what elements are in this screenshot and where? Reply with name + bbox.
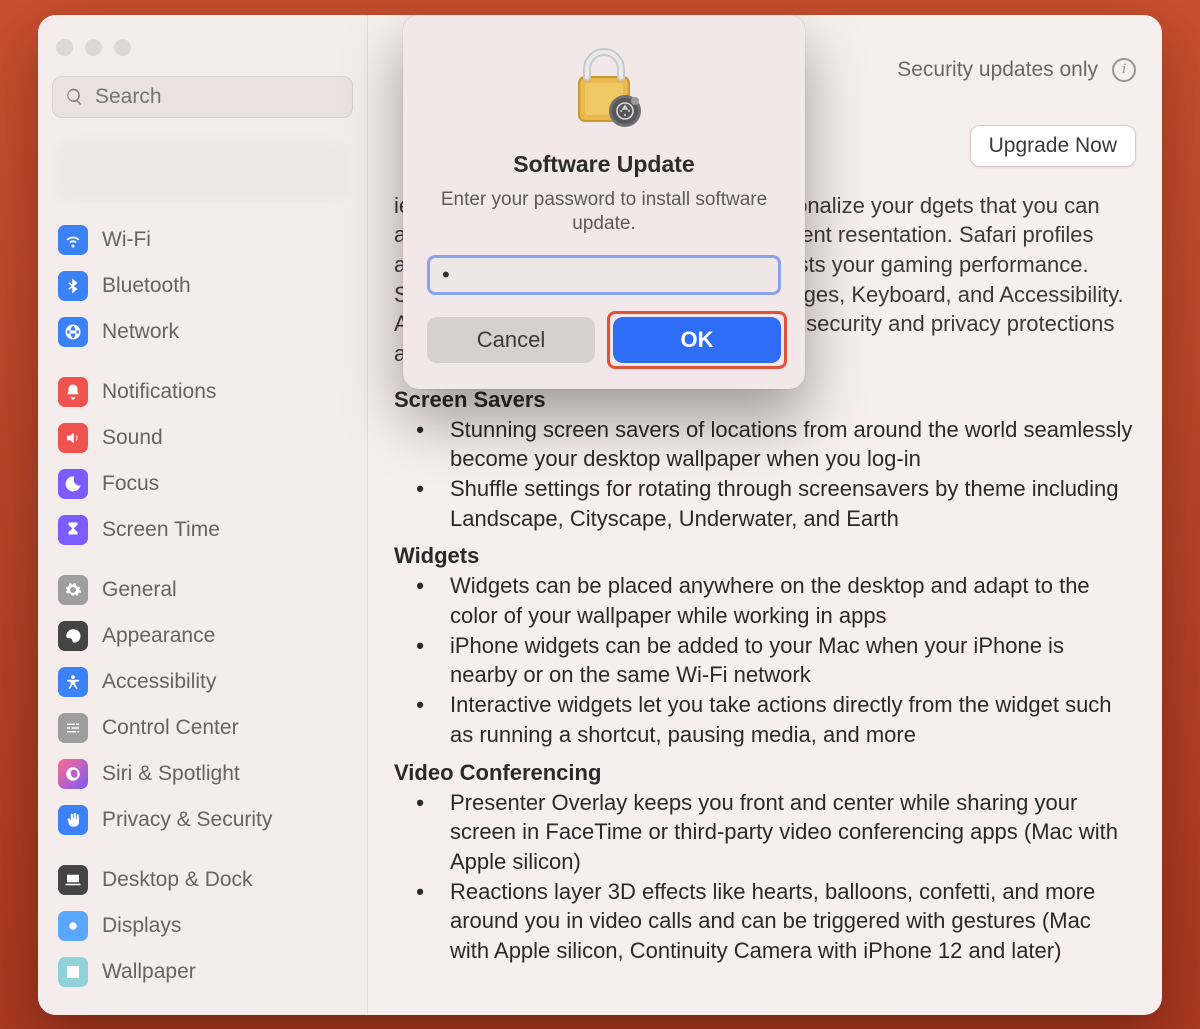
bullet-line: •Presenter Overlay keeps you front and c…	[394, 788, 1136, 877]
sidebar-item-label: Siri & Spotlight	[102, 762, 240, 786]
sliders-icon	[58, 713, 88, 743]
info-icon[interactable]: i	[1112, 58, 1136, 82]
hand-icon	[58, 805, 88, 835]
sidebar-item-privacy-security[interactable]: Privacy & Security	[52, 798, 353, 842]
close-dot[interactable]	[56, 39, 73, 56]
bullet-line: •Stunning screen savers of locations fro…	[394, 415, 1136, 474]
sidebar-item-wi-fi[interactable]: Wi-Fi	[52, 218, 353, 262]
wallpaper-icon	[58, 957, 88, 987]
ok-button[interactable]: OK	[613, 317, 781, 363]
zoom-dot[interactable]	[114, 39, 131, 56]
sidebar-item-screen-time[interactable]: Screen Time	[52, 508, 353, 552]
password-input[interactable]	[427, 255, 781, 295]
bullet-line: •Interactive widgets let you take action…	[394, 690, 1136, 749]
siri-icon	[58, 759, 88, 789]
bullet-line: •Shuffle settings for rotating through s…	[394, 474, 1136, 533]
globe-icon	[58, 317, 88, 347]
sidebar-item-label: Displays	[102, 914, 181, 938]
dialog-title: Software Update	[513, 151, 694, 178]
ok-button-highlight: OK	[613, 317, 781, 363]
section-title: Video Conferencing	[394, 760, 1136, 786]
account-card[interactable]	[56, 140, 349, 202]
security-updates-label: Security updates only	[897, 58, 1098, 82]
sidebar-item-sound[interactable]: Sound	[52, 416, 353, 460]
accessibility-icon	[58, 667, 88, 697]
upgrade-now-button[interactable]: Upgrade Now	[970, 125, 1136, 167]
moon-icon	[58, 469, 88, 499]
bullet-line: •iPhone widgets can be added to your Mac…	[394, 631, 1136, 690]
sidebar-item-wallpaper[interactable]: Wallpaper	[52, 950, 353, 994]
sun-icon	[58, 911, 88, 941]
bluetooth-icon	[58, 271, 88, 301]
lock-icon	[565, 43, 643, 137]
sidebar-item-appearance[interactable]: Appearance	[52, 614, 353, 658]
dock-icon	[58, 865, 88, 895]
sidebar-item-label: Accessibility	[102, 670, 216, 694]
search-input[interactable]	[95, 85, 340, 109]
sidebar-item-label: Sound	[102, 426, 163, 450]
sidebar-item-accessibility[interactable]: Accessibility	[52, 660, 353, 704]
sidebar-item-label: Wi-Fi	[102, 228, 151, 252]
sidebar-item-label: Screen Time	[102, 518, 220, 542]
wifi-icon	[58, 225, 88, 255]
sidebar-item-label: Bluetooth	[102, 274, 191, 298]
sidebar-item-control-center[interactable]: Control Center	[52, 706, 353, 750]
sidebar-item-desktop-dock[interactable]: Desktop & Dock	[52, 858, 353, 902]
bullet-line: •Widgets can be placed anywhere on the d…	[394, 571, 1136, 630]
sidebar-item-label: Desktop & Dock	[102, 868, 253, 892]
sound-icon	[58, 423, 88, 453]
sidebar-item-label: Notifications	[102, 380, 216, 404]
sidebar-item-label: Privacy & Security	[102, 808, 272, 832]
sidebar-item-siri-spotlight[interactable]: Siri & Spotlight	[52, 752, 353, 796]
window-controls	[56, 39, 353, 56]
bullet-line: •Reactions layer 3D effects like hearts,…	[394, 877, 1136, 966]
section-title: Widgets	[394, 543, 1136, 569]
sidebar-item-focus[interactable]: Focus	[52, 462, 353, 506]
sidebar-item-bluetooth[interactable]: Bluetooth	[52, 264, 353, 308]
appearance-icon	[58, 621, 88, 651]
sidebar-item-label: Control Center	[102, 716, 239, 740]
sidebar-item-label: Focus	[102, 472, 159, 496]
sidebar-item-network[interactable]: Network	[52, 310, 353, 354]
gear-icon	[58, 575, 88, 605]
sidebar-item-label: Network	[102, 320, 179, 344]
section-title: Screen Savers	[394, 387, 1136, 413]
sidebar: Wi-Fi Bluetooth Network Notifications Sound F…	[38, 15, 368, 1015]
password-dialog: Software Update Enter your password to i…	[403, 15, 805, 389]
settings-window: Wi-Fi Bluetooth Network Notifications Sound F…	[38, 15, 1162, 1015]
sidebar-item-label: General	[102, 578, 177, 602]
hourglass-icon	[58, 515, 88, 545]
search-field[interactable]	[52, 76, 353, 118]
sidebar-item-label: Appearance	[102, 624, 215, 648]
sidebar-item-general[interactable]: General	[52, 568, 353, 612]
bell-icon	[58, 377, 88, 407]
sidebar-item-label: Wallpaper	[102, 960, 196, 984]
cancel-button[interactable]: Cancel	[427, 317, 595, 363]
sidebar-item-displays[interactable]: Displays	[52, 904, 353, 948]
dialog-message: Enter your password to install software …	[427, 188, 781, 237]
search-icon	[65, 87, 85, 107]
minimize-dot[interactable]	[85, 39, 102, 56]
sidebar-item-notifications[interactable]: Notifications	[52, 370, 353, 414]
